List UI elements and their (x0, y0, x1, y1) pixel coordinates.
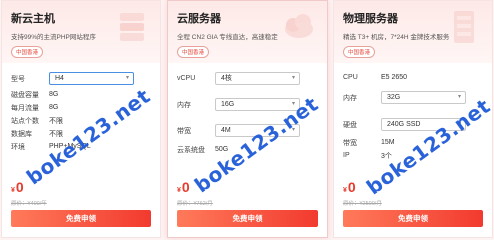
original-price: 原价：¥2500/月 (343, 201, 382, 207)
spec-row-memory: 内存 32G ▾ (343, 88, 483, 107)
region-badge: 中国香港 (11, 46, 44, 58)
cloud-illustration-icon (285, 14, 313, 38)
card-header: 物理服务器 精选 T3+ 机房，7*24H 金牌技术服务 中国香港 (334, 1, 492, 63)
spec-row-model: 型号 H4 ▾ (11, 69, 151, 88)
spec-label: IP (343, 152, 350, 159)
original-price: 原价：¥400/年 (11, 201, 47, 207)
select-value: 4M (221, 127, 231, 134)
spec-label: 每月流量 (11, 104, 39, 112)
original-price: 原价：¥762/月 (177, 201, 213, 207)
free-apply-button[interactable]: 免费申领 (11, 210, 151, 227)
spec-label: 内存 (343, 94, 357, 102)
spec-label: 数据库 (11, 130, 32, 138)
price-area: ¥0 原价：¥400/年 免费申领 (11, 180, 151, 227)
price-value: 0 (347, 179, 356, 195)
chevron-down-icon: ▾ (291, 75, 295, 81)
spec-value: 8G (49, 104, 59, 111)
currency-symbol: ¥ (11, 187, 15, 194)
spec-label: 硬盘 (343, 121, 357, 129)
price-value: 0 (181, 179, 190, 195)
model-select[interactable]: H4 ▾ (49, 72, 134, 85)
spec-label: 环境 (11, 143, 25, 151)
select-value: 240G SSD (387, 121, 421, 128)
spec-label: 磁盘容量 (11, 91, 39, 99)
spec-value: E5 2650 (381, 73, 408, 81)
spec-label: 内存 (177, 101, 191, 109)
region-badge: 中国香港 (177, 46, 210, 58)
price-area: ¥0 原价：¥2500/月 免费申领 (343, 180, 483, 227)
spec-value: 不限 (49, 130, 63, 138)
free-apply-button[interactable]: 免费申领 (177, 210, 318, 227)
spec-value: 15M (381, 139, 395, 146)
select-value: 4核 (221, 75, 232, 82)
chevron-down-icon: ▾ (125, 75, 129, 81)
spec-label: 带宽 (343, 139, 357, 147)
spec-label: CPU (343, 73, 358, 81)
spec-label: 站点个数 (11, 117, 39, 125)
currency-symbol: ¥ (343, 187, 347, 194)
price-value: 0 (15, 179, 24, 195)
spec-row-vcpu: vCPU 4核 ▾ (177, 69, 318, 88)
select-value: H4 (55, 75, 64, 82)
server-rack-illustration-icon (454, 11, 474, 43)
free-apply-button[interactable]: 免费申领 (343, 210, 483, 227)
spec-label: 型号 (11, 75, 25, 83)
server-illustration-icon (120, 13, 144, 41)
spec-label: vCPU (177, 75, 196, 82)
select-value: 32G (387, 94, 401, 101)
spec-value: 不限 (49, 117, 63, 125)
spec-row-cpu: CPU E5 2650 (343, 69, 483, 85)
card-header: 云服务器 全程 CN2 GIA 专线直达，高速稳定 中国香港 (168, 1, 327, 63)
memory-select[interactable]: 32G ▾ (381, 91, 466, 104)
spec-value: 8G (49, 91, 59, 98)
vcpu-select[interactable]: 4核 ▾ (215, 72, 300, 85)
product-card-cloud-host: 新云主机 支持99%的主流PHP网站程序 中国香港 型号 H4 ▾ 磁盘容量 8… (1, 0, 161, 238)
chevron-down-icon: ▾ (457, 94, 461, 100)
spec-label: 带宽 (177, 127, 191, 135)
region-badge: 中国香港 (343, 46, 376, 58)
currency-symbol: ¥ (177, 187, 181, 194)
spec-label: 云系统盘 (177, 146, 205, 154)
card-header: 新云主机 支持99%的主流PHP网站程序 中国香港 (2, 1, 160, 63)
select-value: 16G (221, 101, 235, 108)
